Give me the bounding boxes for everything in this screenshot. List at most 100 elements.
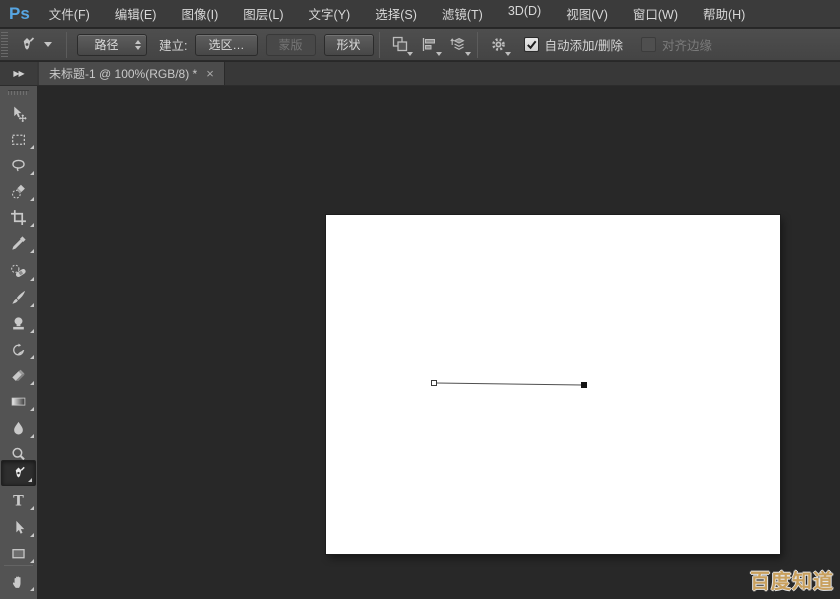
path-selection-tool-icon	[10, 519, 27, 536]
tools-panel-collapse-button[interactable]: ▶▶	[0, 62, 37, 86]
type-tool-icon: T	[10, 492, 27, 509]
options-bar-grip[interactable]	[1, 32, 8, 58]
flyout-triangle-icon	[30, 303, 34, 307]
align-edges-checkbox	[641, 37, 656, 52]
flyout-triangle-icon	[30, 277, 34, 281]
quick-selection-tool[interactable]	[0, 178, 37, 204]
lasso-tool[interactable]	[0, 152, 37, 178]
move-tool[interactable]	[0, 100, 37, 126]
flyout-triangle-icon	[30, 145, 34, 149]
path-operations-icon	[392, 36, 409, 53]
auto-add-delete-label[interactable]: 自动添加/删除	[545, 35, 623, 54]
hand-tool[interactable]	[0, 568, 37, 594]
make-mask-button: 蒙版	[266, 34, 316, 56]
clone-stamp-tool-icon	[10, 315, 27, 332]
chevron-down-icon	[465, 52, 471, 56]
tools-panel: T	[0, 86, 37, 599]
document-tab[interactable]: 未标题-1 @ 100%(RGB/8) * ×	[39, 62, 225, 85]
path-arrangement-icon	[450, 36, 467, 53]
crop-tool[interactable]	[0, 204, 37, 230]
spinner-arrows-icon	[135, 40, 141, 50]
flyout-triangle-icon	[30, 559, 34, 563]
path-arrangement-button[interactable]	[446, 33, 472, 57]
menu-edit[interactable]: 编辑(E)	[109, 1, 163, 26]
menu-filter[interactable]: 滤镜(T)	[436, 1, 489, 26]
flyout-triangle-icon	[28, 478, 32, 482]
document-tab-title: 未标题-1 @ 100%(RGB/8) *	[49, 65, 197, 82]
make-shape-button[interactable]: 形状	[324, 34, 374, 56]
menu-image[interactable]: 图像(I)	[175, 1, 224, 26]
separator	[66, 32, 67, 58]
double-arrow-icon: ▶▶	[13, 69, 23, 78]
rectangular-marquee-tool[interactable]	[0, 126, 37, 152]
document-canvas[interactable]	[326, 215, 780, 554]
eyedropper-tool-icon	[10, 235, 27, 252]
marquee-tool-icon	[10, 131, 27, 148]
path-alignment-icon	[421, 36, 438, 53]
rectangle-tool-icon	[10, 545, 27, 562]
menu-view[interactable]: 视图(V)	[560, 1, 614, 26]
clone-stamp-tool[interactable]	[0, 310, 37, 336]
path-alignment-button[interactable]	[417, 33, 443, 57]
blur-tool-icon	[10, 420, 27, 437]
brush-tool[interactable]	[0, 284, 37, 310]
flyout-triangle-icon	[30, 381, 34, 385]
chevron-down-icon	[407, 52, 413, 56]
align-edges-label: 对齐边缘	[662, 35, 712, 54]
flyout-triangle-icon	[30, 329, 34, 333]
menu-window[interactable]: 窗口(W)	[627, 1, 684, 26]
zoom-tool[interactable]	[0, 592, 37, 599]
crop-tool-icon	[10, 209, 27, 226]
menu-select[interactable]: 选择(S)	[369, 1, 423, 26]
menu-3d[interactable]: 3D(D)	[502, 1, 547, 26]
document-tab-bar: 未标题-1 @ 100%(RGB/8) * ×	[37, 62, 840, 86]
flyout-triangle-icon	[30, 434, 34, 438]
lasso-tool-icon	[10, 157, 27, 174]
flyout-triangle-icon	[30, 171, 34, 175]
auto-add-delete-checkbox[interactable]	[524, 37, 539, 52]
menu-bar: Ps 文件(F) 编辑(E) 图像(I) 图层(L) 文字(Y) 选择(S) 滤…	[0, 0, 840, 28]
gradient-tool[interactable]	[0, 388, 37, 414]
checkmark-icon	[525, 38, 538, 51]
brush-tool-icon	[10, 289, 27, 306]
chevron-down-icon	[505, 52, 511, 56]
flyout-triangle-icon	[30, 249, 34, 253]
move-tool-icon	[10, 105, 27, 122]
path-selection-tool[interactable]	[0, 514, 37, 540]
pen-path-segment[interactable]	[436, 383, 582, 385]
canvas-workspace: 百度知道	[37, 87, 840, 599]
chevron-down-icon	[44, 42, 52, 47]
history-brush-tool[interactable]	[0, 336, 37, 362]
menu-file[interactable]: 文件(F)	[43, 1, 96, 26]
path-anchor-end[interactable]	[581, 382, 587, 388]
path-anchor-start[interactable]	[432, 381, 437, 386]
menu-items: 文件(F) 编辑(E) 图像(I) 图层(L) 文字(Y) 选择(S) 滤镜(T…	[43, 1, 752, 26]
quick-selection-tool-icon	[10, 183, 27, 200]
tool-preset-picker[interactable]	[17, 33, 61, 57]
pen-tool-icon	[17, 35, 37, 55]
eraser-tool[interactable]	[0, 362, 37, 388]
eyedropper-tool[interactable]	[0, 230, 37, 256]
blur-tool[interactable]	[0, 415, 37, 441]
path-operations-button[interactable]	[388, 33, 414, 57]
type-tool[interactable]: T	[0, 487, 37, 513]
pen-tool[interactable]	[1, 460, 36, 486]
gradient-tool-icon	[10, 393, 27, 410]
flyout-triangle-icon	[30, 587, 34, 591]
options-bar: 路径 建立: 选区… 蒙版 形状	[0, 29, 840, 61]
tool-mode-select[interactable]: 路径	[77, 34, 147, 56]
close-icon[interactable]: ×	[206, 67, 214, 80]
pen-options-button[interactable]	[486, 33, 512, 57]
tools-panel-grip[interactable]	[8, 90, 29, 95]
flyout-triangle-icon	[30, 355, 34, 359]
rectangle-tool[interactable]	[0, 540, 37, 566]
healing-brush-tool[interactable]	[0, 258, 37, 284]
healing-brush-tool-icon	[10, 263, 27, 280]
watermark: 百度知道	[750, 565, 834, 594]
menu-layer[interactable]: 图层(L)	[237, 1, 289, 26]
make-selection-button[interactable]: 选区…	[195, 34, 257, 56]
menu-type[interactable]: 文字(Y)	[303, 1, 357, 26]
history-brush-tool-icon	[10, 341, 27, 358]
flyout-triangle-icon	[30, 197, 34, 201]
menu-help[interactable]: 帮助(H)	[697, 1, 751, 26]
